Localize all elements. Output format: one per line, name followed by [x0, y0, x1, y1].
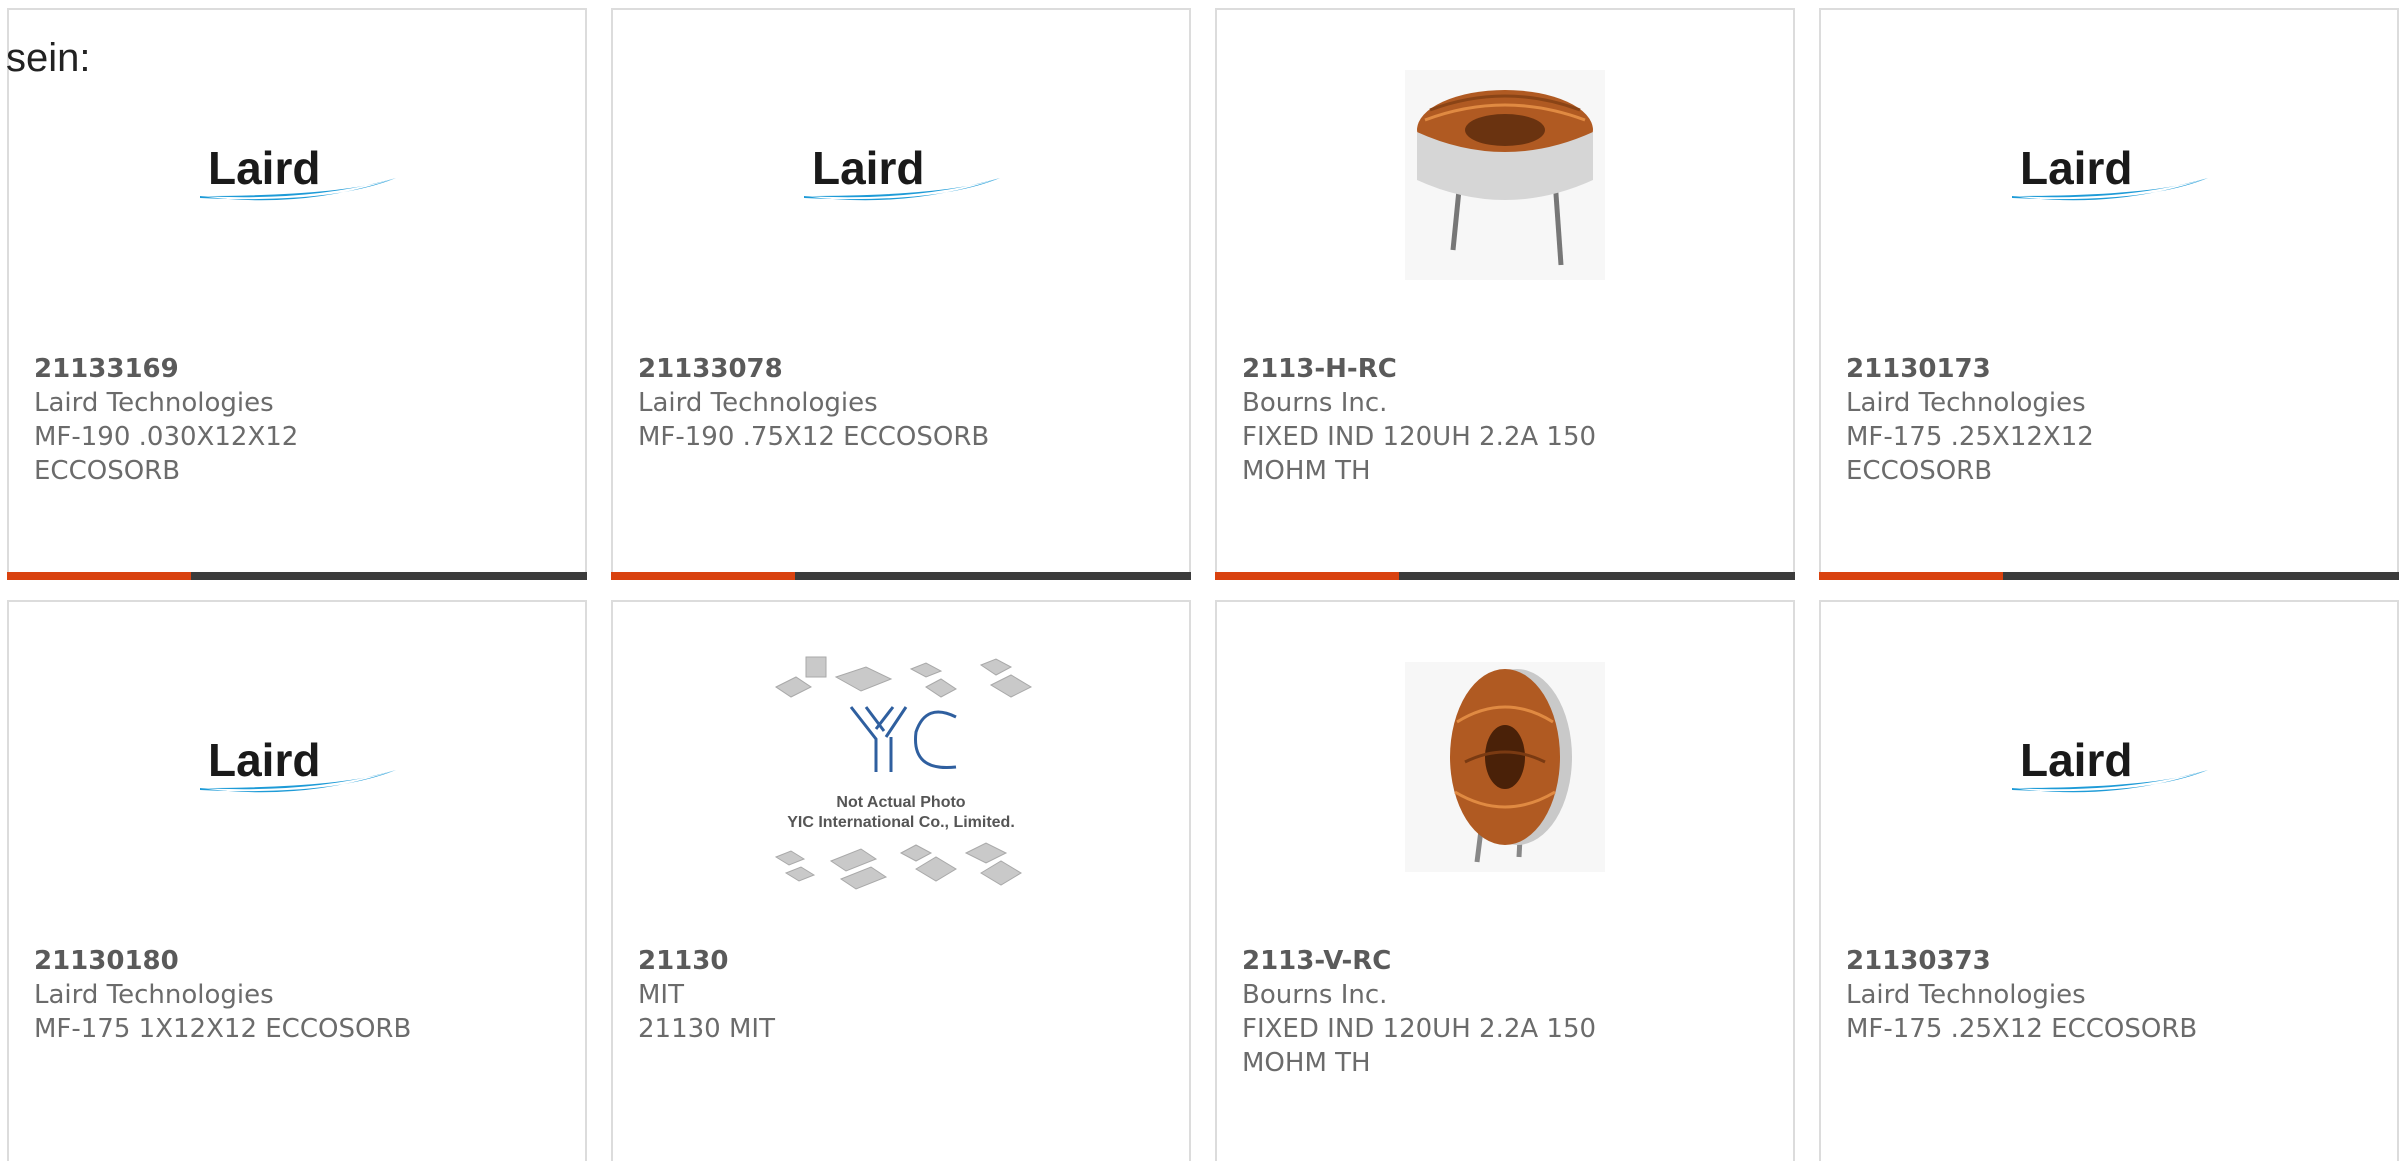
part-number[interactable]: 2113-V-RC [1242, 944, 1773, 978]
card-bottom-bar [611, 572, 1191, 580]
laird-logo-image: Laird [613, 60, 1189, 290]
page: sein: Laird 21133169 Laird Technologies … [0, 0, 2400, 1161]
product-info: 2113-V-RC Bourns Inc. FIXED IND 120UH 2.… [1242, 944, 1773, 1080]
description: MF-190 .75X12 ECCOSORB [638, 422, 990, 452]
description: 21130 MIT [638, 1014, 775, 1044]
product-grid: Laird 21133169 Laird Technologies MF-190… [7, 8, 2400, 1161]
laird-logo-text: Laird [208, 734, 320, 786]
product-info: 2113-H-RC Bourns Inc. FIXED IND 120UH 2.… [1242, 352, 1773, 488]
description: FIXED IND 120UH 2.2A 150 MOHM TH [1242, 422, 1597, 486]
description: MF-190 .030X12X12 ECCOSORB [34, 422, 299, 486]
description: MF-175 1X12X12 ECCOSORB [34, 1014, 412, 1044]
laird-logo-image: Laird [1821, 652, 2397, 882]
laird-logo-text: Laird [208, 142, 320, 194]
laird-logo-text: Laird [2020, 142, 2132, 194]
product-card[interactable]: Laird 21130173 Laird Technologies MF-175… [1819, 8, 2399, 580]
part-number[interactable]: 21130 [638, 944, 1169, 978]
laird-logo-image: Laird [9, 60, 585, 290]
manufacturer: Bourns Inc. [1242, 980, 1388, 1010]
product-info: 21130173 Laird Technologies MF-175 .25X1… [1846, 352, 2377, 488]
part-number[interactable]: 21133078 [638, 352, 1169, 386]
part-number[interactable]: 2113-H-RC [1242, 352, 1773, 386]
product-info: 21130373 Laird Technologies MF-175 .25X1… [1846, 944, 2377, 1046]
manufacturer: Laird Technologies [1846, 980, 2086, 1010]
placeholder-caption-1: Not Actual Photo [836, 794, 965, 811]
inductor-image [1217, 652, 1793, 882]
laird-logo-text: Laird [2020, 734, 2132, 786]
laird-logo-image: Laird [1821, 60, 2397, 290]
product-info: 21133078 Laird Technologies MF-190 .75X1… [638, 352, 1169, 454]
product-info: 21130180 Laird Technologies MF-175 1X12X… [34, 944, 565, 1046]
product-card[interactable]: 2113-H-RC Bourns Inc. FIXED IND 120UH 2.… [1215, 8, 1795, 580]
manufacturer: Laird Technologies [34, 980, 274, 1010]
laird-logo-image: Laird [9, 652, 585, 882]
part-number[interactable]: 21130173 [1846, 352, 2377, 386]
description: FIXED IND 120UH 2.2A 150 MOHM TH [1242, 1014, 1597, 1078]
yic-placeholder-image: Not Actual Photo YIC International Co., … [613, 642, 1189, 902]
product-card[interactable]: 2113-V-RC Bourns Inc. FIXED IND 120UH 2.… [1215, 600, 1795, 1161]
manufacturer: MIT [638, 980, 684, 1010]
manufacturer: Laird Technologies [638, 388, 878, 418]
intro-text: sein: [6, 36, 91, 80]
product-info: 21130 MIT 21130 MIT [638, 944, 1169, 1046]
manufacturer: Laird Technologies [1846, 388, 2086, 418]
card-bottom-bar [1819, 572, 2399, 580]
manufacturer: Bourns Inc. [1242, 388, 1388, 418]
inductor-image [1217, 60, 1793, 290]
card-bottom-bar [1215, 572, 1795, 580]
product-card[interactable]: Not Actual Photo YIC International Co., … [611, 600, 1191, 1161]
manufacturer: Laird Technologies [34, 388, 274, 418]
description: MF-175 .25X12X12 ECCOSORB [1846, 422, 2094, 486]
laird-logo-text: Laird [812, 142, 924, 194]
product-card[interactable]: Laird 21130180 Laird Technologies MF-175… [7, 600, 587, 1161]
product-card[interactable]: Laird 21130373 Laird Technologies MF-175… [1819, 600, 2399, 1161]
product-info: 21133169 Laird Technologies MF-190 .030X… [34, 352, 565, 488]
part-number[interactable]: 21130373 [1846, 944, 2377, 978]
placeholder-caption-2: YIC International Co., Limited. [787, 814, 1015, 831]
part-number[interactable]: 21133169 [34, 352, 565, 386]
product-card[interactable]: Laird 21133078 Laird Technologies MF-190… [611, 8, 1191, 580]
part-number[interactable]: 21130180 [34, 944, 565, 978]
card-bottom-bar [7, 572, 587, 580]
description: MF-175 .25X12 ECCOSORB [1846, 1014, 2198, 1044]
product-card[interactable]: Laird 21133169 Laird Technologies MF-190… [7, 8, 587, 580]
